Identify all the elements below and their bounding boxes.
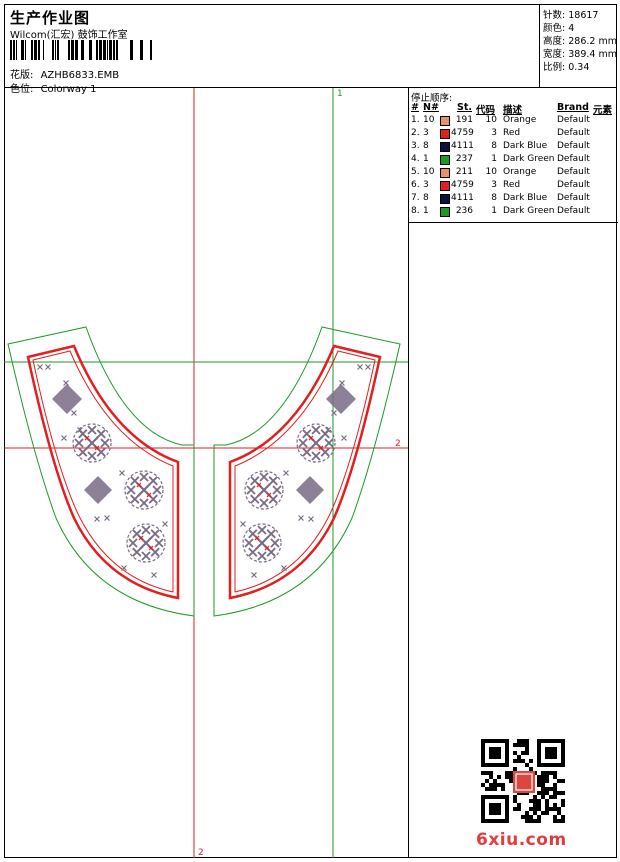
- thread-color-swatch: [440, 207, 450, 217]
- row-brand: Default: [557, 193, 590, 203]
- row-index: 7.: [411, 193, 420, 203]
- thread-row: 8. 1 236 1 Dark Green Default: [411, 206, 616, 219]
- row-needle: 3: [423, 128, 429, 138]
- header-stitches: St.: [457, 102, 472, 113]
- row-stitches: 4111: [451, 193, 474, 203]
- stat-height: 高度: 286.2 mm: [543, 36, 617, 47]
- row-needle: 3: [423, 180, 429, 190]
- thread-row: 3. 8 4111 8 Dark Blue Default: [411, 141, 616, 154]
- red-guide-label-right: 2: [395, 439, 401, 449]
- thread-color-swatch: [440, 142, 450, 152]
- row-code: 10: [485, 115, 497, 125]
- header-info: 生产作业图 Wilcom(汇宏) 鼓饰工作室 花版: AZHB6833.EMB …: [4, 4, 540, 95]
- thread-row: 5. 10 211 10 Orange Default: [411, 167, 616, 180]
- design-preview: 1 2 2: [4, 88, 408, 858]
- row-stitches: 191: [455, 115, 473, 125]
- thread-row: 1. 10 191 10 Orange Default: [411, 115, 616, 128]
- panel-divider: [409, 222, 618, 223]
- stat-width: 宽度: 389.4 mm: [543, 49, 617, 60]
- row-brand: Default: [557, 206, 590, 216]
- row-index: 4.: [411, 154, 420, 164]
- row-code: 1: [491, 154, 497, 164]
- row-brand: Default: [557, 167, 590, 177]
- row-index: 2.: [411, 128, 420, 138]
- row-brand: Default: [557, 115, 590, 125]
- thread-color-swatch: [440, 168, 450, 178]
- row-brand: Default: [557, 154, 590, 164]
- row-code: 3: [491, 128, 497, 138]
- thread-row: 2. 3 4759 3 Red Default: [411, 128, 616, 141]
- company-name: Wilcom(汇宏) 鼓饰工作室: [10, 30, 128, 41]
- thread-color-swatch: [440, 155, 450, 165]
- row-stitches: 211: [455, 167, 473, 177]
- row-brand: Default: [557, 128, 590, 138]
- green-guide-label: 1: [337, 89, 343, 99]
- row-description: Red: [503, 180, 521, 190]
- row-description: Orange: [503, 167, 537, 177]
- row-needle: 10: [423, 115, 435, 125]
- header-element: 元素: [593, 105, 613, 116]
- header-hash: #: [411, 102, 419, 113]
- barcode-image: [10, 40, 152, 60]
- row-stitches: 4111: [451, 141, 474, 151]
- row-needle: 8: [423, 193, 429, 203]
- stat-scale: 比例: 0.34: [543, 62, 590, 73]
- row-brand: Default: [557, 141, 590, 151]
- right-collar: [213, 326, 401, 617]
- row-index: 8.: [411, 206, 420, 216]
- row-stitches: 4759: [451, 180, 474, 190]
- row-index: 1.: [411, 115, 420, 125]
- header-description: 描述: [503, 105, 523, 116]
- row-stitches: 4759: [451, 128, 474, 138]
- thread-color-swatch: [440, 116, 450, 126]
- stat-colors: 颜色: 4: [543, 23, 575, 34]
- row-code: 10: [485, 167, 497, 177]
- thread-row: 4. 1 237 1 Dark Green Default: [411, 154, 616, 167]
- header-brand: Brand: [557, 102, 589, 113]
- row-code: 8: [491, 193, 497, 203]
- row-needle: 8: [423, 141, 429, 151]
- thread-row: 6. 3 4759 3 Red Default: [411, 180, 616, 193]
- row-description: Orange: [503, 115, 537, 125]
- thread-color-swatch: [440, 181, 450, 191]
- row-description: Dark Green: [503, 154, 555, 164]
- design-drawing: 1 2 2: [4, 88, 408, 858]
- row-needle: 1: [423, 154, 429, 164]
- red-guide-label-bottom: 2: [198, 848, 204, 858]
- sheet-title: 生产作业图: [10, 9, 91, 27]
- row-index: 3.: [411, 141, 420, 151]
- header-needle: N#: [423, 102, 439, 113]
- row-index: 6.: [411, 180, 420, 190]
- row-stitches: 237: [455, 154, 473, 164]
- row-stitches: 236: [455, 206, 473, 216]
- row-description: Dark Green: [503, 206, 555, 216]
- row-description: Dark Blue: [503, 141, 548, 151]
- left-collar: [7, 326, 195, 617]
- watermark-site: 6xiu.com: [476, 830, 567, 850]
- row-index: 5.: [411, 167, 420, 177]
- design-line: 花版: AZHB6833.EMB: [10, 66, 119, 81]
- stat-stitches: 针数: 18617: [543, 10, 599, 21]
- row-needle: 10: [423, 167, 435, 177]
- row-description: Dark Blue: [503, 193, 548, 203]
- row-code: 1: [491, 206, 497, 216]
- row-code: 3: [491, 180, 497, 190]
- row-code: 8: [491, 141, 497, 151]
- thread-color-swatch: [440, 194, 450, 204]
- row-brand: Default: [557, 180, 590, 190]
- row-description: Red: [503, 128, 521, 138]
- thread-row: 7. 8 4111 8 Dark Blue Default: [411, 193, 616, 206]
- stats-box: 针数: 18617 颜色: 4 高度: 286.2 mm 宽度: 389.4 m…: [540, 4, 617, 88]
- qr-code-image: [481, 739, 565, 823]
- thread-color-swatch: [440, 129, 450, 139]
- header-code: 代码: [476, 105, 496, 116]
- row-needle: 1: [423, 206, 429, 216]
